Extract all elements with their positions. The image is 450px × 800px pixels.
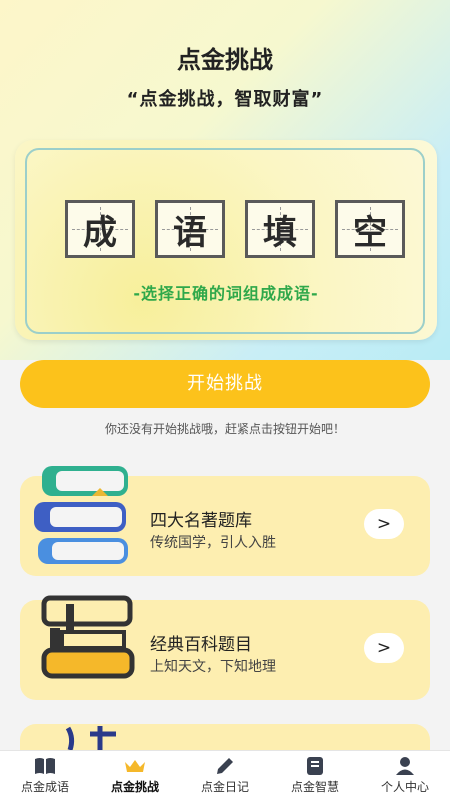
bottom-tab-bar: 点金成语 点金挑战 点金日记 点金智慧 个人中心 [0, 750, 450, 800]
card-title: 四大名著题库 [150, 511, 252, 531]
chevron-right-icon[interactable]: > [364, 509, 404, 539]
hint-text: 你还没有开始挑战哦，赶紧点击按钮开始吧！ [104, 422, 345, 436]
idiom-banner: 成 语 填 空 -选择正确的词组成成语- [15, 140, 437, 340]
idiom-tile: 空 [335, 200, 405, 258]
card-description: 传统国学，引人入胜 [150, 535, 276, 551]
question-bank-card-encyclopedia[interactable]: 经典百科题目 上知天文，下知地理 > [20, 595, 430, 700]
idiom-tile: 填 [245, 200, 315, 258]
page-subtitle: “点金挑战，智取财富” [126, 89, 324, 110]
idiom-tile: 语 [155, 200, 225, 258]
tab-wisdom[interactable]: 点金智慧 [270, 751, 360, 800]
tab-diary[interactable]: 点金日记 [180, 751, 270, 800]
card-title: 经典百科题目 [150, 635, 252, 655]
user-icon [395, 756, 415, 776]
idiom-tiles: 成 语 填 空 [65, 200, 405, 260]
banner-caption: -选择正确的词组成成语- [133, 284, 319, 303]
books-stack-icon [34, 466, 128, 564]
chevron-right-icon[interactable]: > [364, 633, 404, 663]
tab-label: 点金成语 [20, 780, 69, 794]
notebook-icon [306, 756, 324, 776]
pen-icon [215, 756, 235, 776]
book-icon [34, 756, 56, 776]
tab-label: 点金挑战 [110, 780, 159, 794]
tab-label: 个人中心 [380, 780, 429, 794]
tab-label: 点金智慧 [290, 780, 339, 794]
scroll-book-icon [41, 595, 135, 679]
tab-challenge[interactable]: 点金挑战 [90, 751, 180, 800]
start-challenge-button[interactable]: 开始挑战 [20, 360, 430, 408]
tab-label: 点金日记 [200, 780, 249, 794]
idiom-tile: 成 [65, 200, 135, 258]
card-description: 上知天文，下知地理 [150, 659, 276, 675]
tab-profile[interactable]: 个人中心 [360, 751, 450, 800]
page-title: 点金挑战 [177, 46, 273, 74]
question-bank-card-classics[interactable]: 四大名著题库 传统国学，引人入胜 > [20, 466, 430, 576]
tab-idioms[interactable]: 点金成语 [0, 751, 90, 800]
crown-icon [124, 756, 146, 776]
